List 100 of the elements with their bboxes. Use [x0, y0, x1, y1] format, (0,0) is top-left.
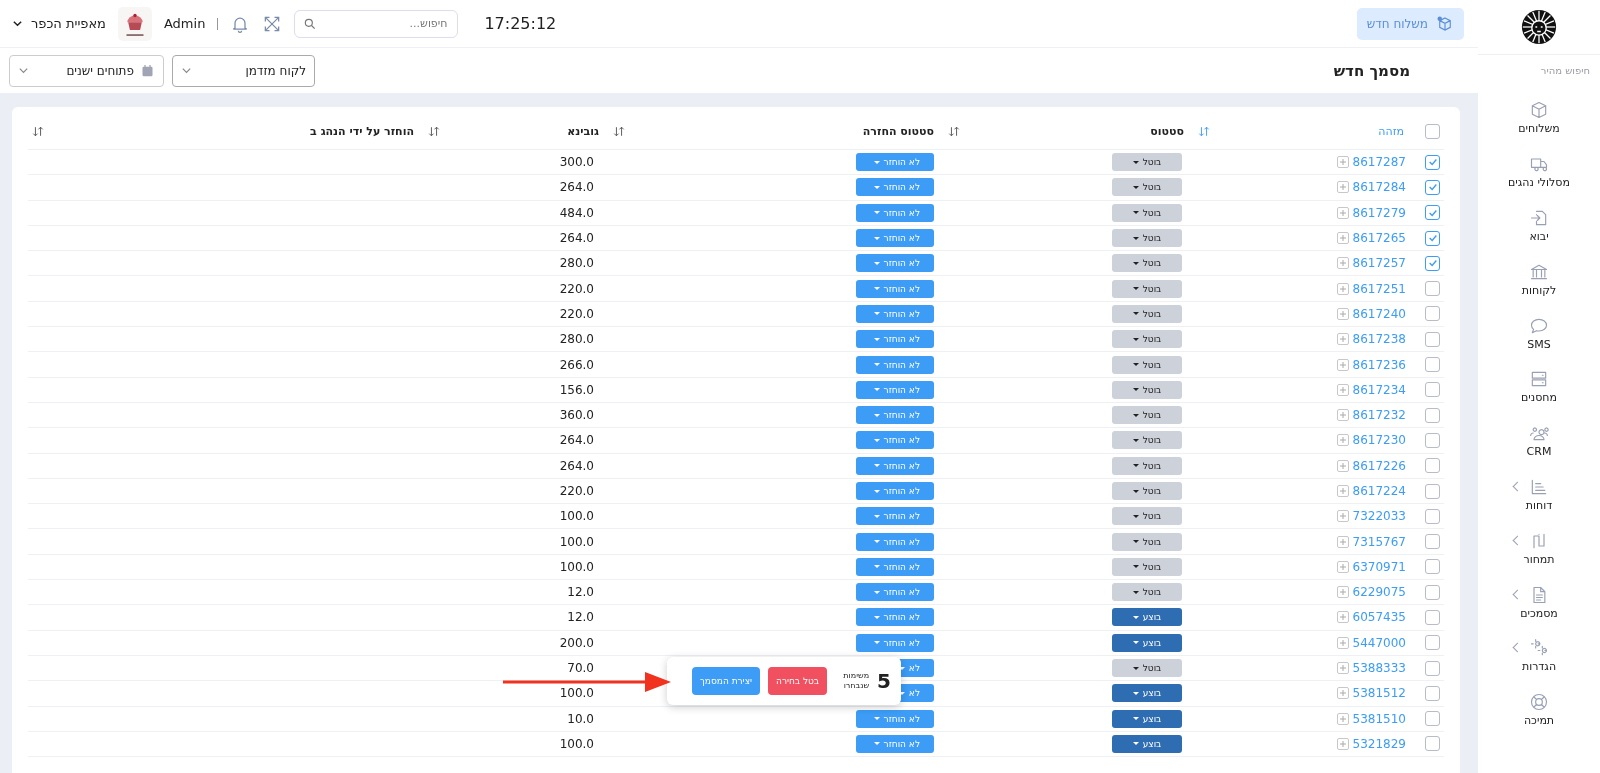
row-checkbox[interactable] — [1425, 635, 1440, 651]
plus-icon[interactable] — [1336, 712, 1349, 725]
sidebar-item[interactable]: תמחור — [1478, 521, 1600, 576]
return-status-dropdown[interactable]: לא הוחזר — [856, 304, 934, 323]
business-menu[interactable]: מאפיית הכפר — [12, 16, 106, 31]
sort-icon[interactable] — [613, 125, 625, 137]
plus-icon[interactable] — [1336, 611, 1349, 624]
id-link[interactable]: 8617236 — [1352, 357, 1406, 372]
select-all-checkbox[interactable] — [1425, 123, 1440, 139]
row-checkbox[interactable] — [1425, 610, 1440, 625]
plus-icon[interactable] — [1336, 307, 1349, 320]
id-link[interactable]: 8617234 — [1352, 382, 1406, 397]
sidebar-item[interactable]: יבוא — [1478, 198, 1600, 253]
lion-logo-icon[interactable] — [1521, 9, 1557, 45]
row-checkbox[interactable] — [1425, 736, 1440, 752]
status-dropdown[interactable]: בוטל — [1112, 178, 1182, 197]
plus-icon[interactable] — [1336, 586, 1349, 599]
id-link[interactable]: 8617232 — [1352, 408, 1406, 423]
status-dropdown[interactable]: בוטל — [1112, 355, 1182, 374]
id-link[interactable]: 8617287 — [1352, 155, 1406, 170]
plus-icon[interactable] — [1336, 485, 1349, 497]
column-header[interactable]: מזהה — [1378, 124, 1404, 138]
return-status-dropdown[interactable]: לא הוחזר — [856, 507, 934, 526]
sidebar-item[interactable]: הגדרות — [1478, 628, 1600, 683]
id-link[interactable]: 7315767 — [1352, 534, 1406, 549]
return-status-dropdown[interactable]: לא הוחזר — [856, 229, 934, 248]
status-dropdown[interactable]: בוטל — [1112, 482, 1182, 500]
sort-icon[interactable] — [32, 125, 44, 137]
sidebar-item[interactable]: מסמכים — [1478, 575, 1600, 629]
id-link[interactable]: 6057435 — [1352, 610, 1406, 625]
sidebar-item[interactable]: משלוחים — [1478, 91, 1600, 145]
status-dropdown[interactable]: בוצע — [1112, 608, 1182, 627]
return-status-dropdown[interactable]: לא הוחזר — [856, 583, 934, 602]
row-checkbox[interactable] — [1425, 179, 1440, 195]
plus-icon[interactable] — [1336, 535, 1349, 548]
status-dropdown[interactable]: בוטל — [1112, 330, 1182, 349]
return-status-dropdown[interactable]: לא הוחזר — [856, 406, 934, 425]
row-checkbox[interactable] — [1425, 331, 1440, 347]
return-status-dropdown[interactable]: לא הוחזר — [856, 456, 934, 475]
plus-icon[interactable] — [1336, 232, 1349, 245]
row-checkbox[interactable] — [1425, 584, 1440, 600]
id-link[interactable]: 5321829 — [1352, 736, 1406, 751]
sidebar-item[interactable]: תמיכה — [1478, 682, 1600, 737]
status-dropdown[interactable]: בוטל — [1112, 659, 1182, 678]
plus-icon[interactable] — [1336, 358, 1349, 371]
id-link[interactable]: 5388333 — [1352, 661, 1406, 676]
sidebar-item[interactable]: לקוחות — [1478, 252, 1600, 307]
id-link[interactable]: 8617279 — [1352, 205, 1406, 220]
row-checkbox[interactable] — [1425, 205, 1440, 221]
sidebar-item[interactable]: דוחות — [1478, 467, 1600, 522]
sidebar-item[interactable]: מחסנים — [1478, 360, 1600, 414]
return-status-dropdown[interactable]: לא הוחזר — [856, 633, 934, 652]
column-header[interactable]: גובינא — [567, 124, 599, 138]
status-dropdown[interactable]: בוטל — [1112, 406, 1182, 425]
id-link[interactable]: 8617284 — [1352, 180, 1406, 195]
id-link[interactable]: 8617251 — [1352, 281, 1406, 296]
row-checkbox[interactable] — [1425, 306, 1440, 322]
return-status-dropdown[interactable]: לא הוחזר — [856, 734, 934, 753]
row-checkbox[interactable] — [1425, 382, 1440, 398]
column-header[interactable]: הוחזר על ידי הנהג ב — [310, 124, 414, 138]
sidebar-item[interactable]: CRM — [1478, 413, 1600, 468]
status-dropdown[interactable]: בוצע — [1112, 734, 1182, 753]
return-status-dropdown[interactable]: לא הוחזר — [856, 254, 934, 273]
id-link[interactable]: 8617265 — [1352, 231, 1406, 246]
sidebar-item[interactable]: מסלולי נהגים — [1478, 144, 1600, 199]
return-status-dropdown[interactable]: לא הוחזר — [856, 608, 934, 627]
status-dropdown[interactable]: בוצע — [1112, 709, 1182, 728]
sort-icon[interactable] — [428, 125, 440, 137]
id-link[interactable]: 8617226 — [1352, 458, 1406, 473]
return-status-dropdown[interactable]: לא הוחזר — [856, 380, 934, 399]
search-field[interactable]: חיפוש... — [294, 9, 459, 38]
id-link[interactable]: 8617257 — [1352, 256, 1406, 271]
row-checkbox[interactable] — [1425, 281, 1440, 297]
status-dropdown[interactable]: בוטל — [1112, 431, 1182, 450]
status-dropdown[interactable]: בוטל — [1112, 254, 1182, 273]
plus-icon[interactable] — [1336, 687, 1349, 700]
row-checkbox[interactable] — [1425, 432, 1440, 448]
return-status-dropdown[interactable]: לא הוחזר — [856, 330, 934, 349]
status-dropdown[interactable]: בוטל — [1112, 153, 1182, 172]
plus-icon[interactable] — [1336, 737, 1349, 750]
plus-icon[interactable] — [1336, 181, 1349, 194]
id-link[interactable]: 6370971 — [1352, 559, 1406, 574]
return-status-dropdown[interactable]: לא הוחזר — [856, 482, 934, 500]
id-link[interactable]: 7322033 — [1352, 509, 1406, 524]
row-checkbox[interactable] — [1425, 483, 1440, 499]
return-status-dropdown[interactable]: לא הוחזר — [856, 279, 934, 298]
id-link[interactable]: 6229075 — [1352, 585, 1406, 600]
id-link[interactable]: 5381512 — [1352, 686, 1406, 701]
sort-icon[interactable] — [1198, 125, 1210, 137]
user-name[interactable]: Admin — [163, 16, 206, 31]
create-document-button[interactable]: יצירת המסמך — [692, 667, 760, 695]
return-status-dropdown[interactable]: לא הוחזר — [856, 557, 934, 576]
row-checkbox[interactable] — [1425, 357, 1440, 372]
return-status-dropdown[interactable]: לא הוחזר — [856, 203, 934, 222]
return-status-dropdown[interactable]: לא הוחזר — [856, 153, 934, 172]
plus-icon[interactable] — [1336, 459, 1349, 472]
row-checkbox[interactable] — [1425, 255, 1440, 271]
return-status-dropdown[interactable]: לא הוחזר — [856, 431, 934, 450]
row-checkbox[interactable] — [1425, 559, 1440, 575]
plus-icon[interactable] — [1336, 383, 1349, 396]
